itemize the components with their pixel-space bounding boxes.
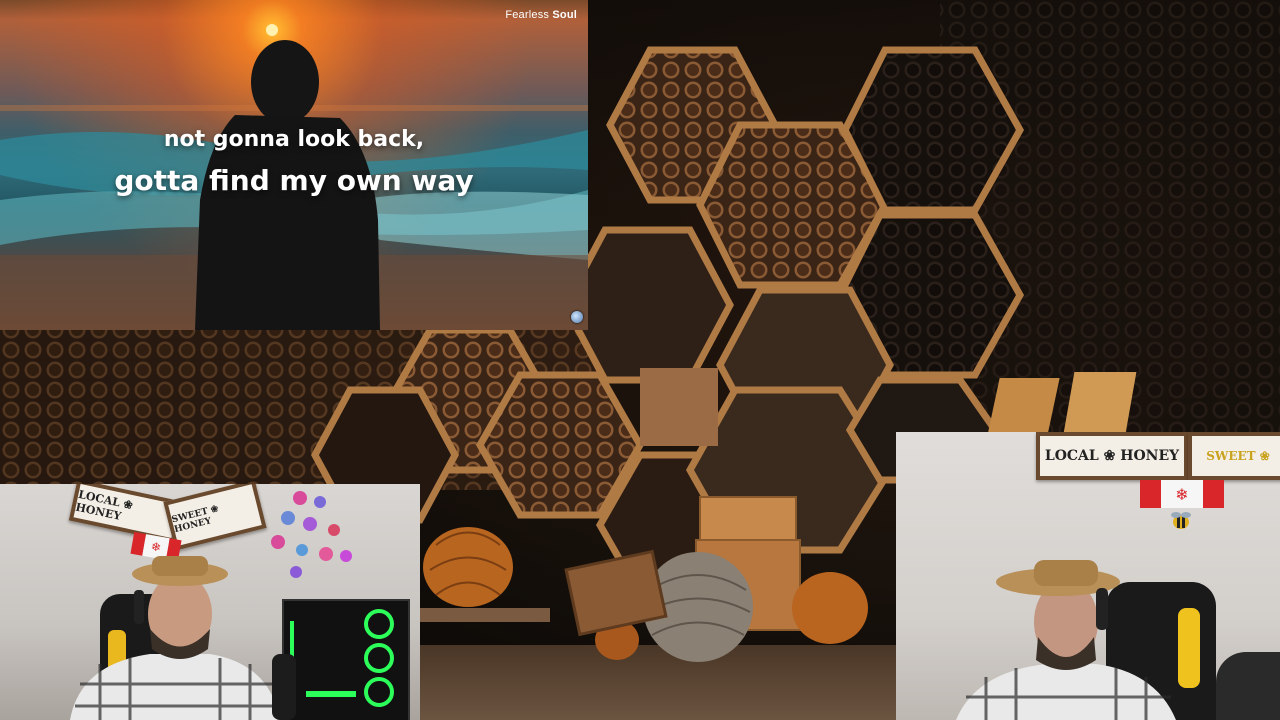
sign-text: SWEET ❀ HONEY [170, 504, 220, 536]
canada-flag-icon: ❄ [1140, 480, 1224, 508]
sign-text: LOCAL ❀ HONEY [1044, 448, 1180, 464]
gaming-pc-case [282, 599, 410, 720]
webcam-right: LOCAL ❀ HONEY SWEET ❀ ❄ [896, 432, 1280, 720]
steering-wheel [1216, 652, 1280, 720]
fearless-soul-logo: Fearless Soul [505, 9, 577, 21]
local-honey-sign: LOCAL ❀ HONEY [1036, 432, 1188, 480]
brand-prefix: Fearless [505, 9, 550, 21]
lyric-video-panel[interactable]: Fearless Soul not gonna look back, gotta… [0, 0, 588, 330]
channel-avatar-icon[interactable] [571, 311, 583, 323]
brand-suffix: Soul [552, 9, 577, 21]
lyric-line-1: not gonna look back, [163, 127, 425, 152]
sign-text: SWEET ❀ [1206, 449, 1270, 463]
webcam-left: LOCAL ❀ HONEY SWEET ❀ HONEY ❄ [0, 484, 420, 720]
streamer-right [956, 560, 1176, 720]
lyric-line-2: gotta find my own way [114, 164, 474, 197]
sign-text: LOCAL ❀ HONEY [74, 487, 134, 523]
bee-icon [1171, 512, 1191, 529]
streamer-left [70, 556, 296, 720]
sweet-sign: SWEET ❀ [1188, 432, 1280, 480]
